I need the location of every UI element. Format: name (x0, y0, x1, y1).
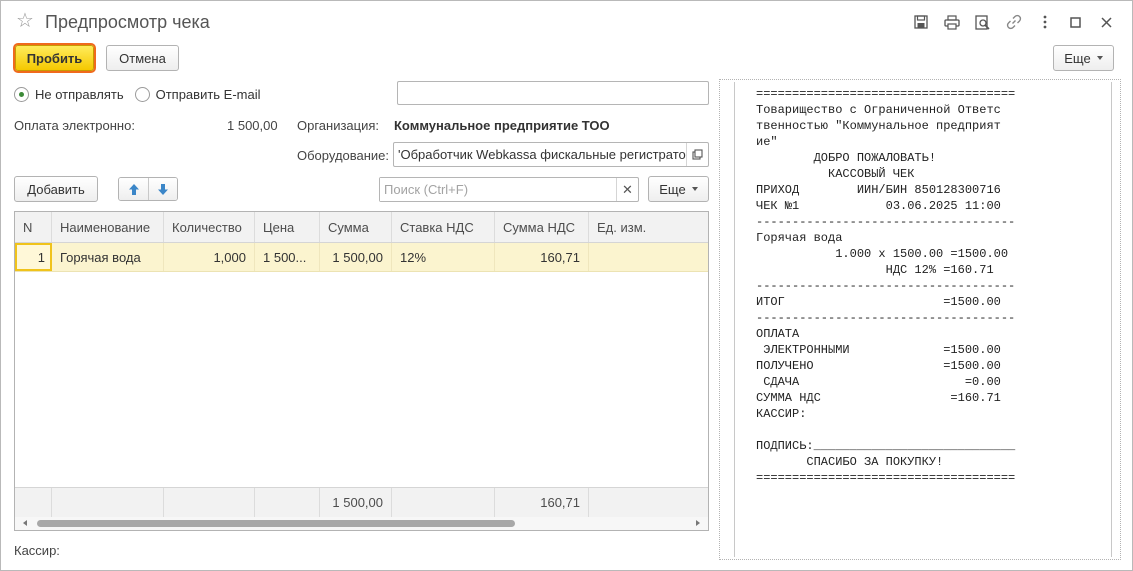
radio-send-email[interactable]: Отправить E-mail (134, 86, 261, 102)
move-down-button[interactable] (148, 178, 177, 200)
footer-total-sum: 1 500,00 (320, 488, 392, 517)
clear-search-icon[interactable]: ✕ (616, 178, 638, 201)
print-preview-icon[interactable] (967, 11, 998, 33)
search-box: ✕ (379, 177, 639, 202)
save-icon[interactable] (905, 11, 936, 33)
receipt-preview: ==================================== Тов… (719, 79, 1121, 560)
list-more-button[interactable]: Еще (648, 176, 709, 202)
cell-unit[interactable] (589, 243, 708, 271)
footer-cell (52, 488, 164, 517)
window-actions (905, 11, 1122, 33)
column-header-n[interactable]: N (15, 212, 52, 242)
chevron-down-icon (1096, 56, 1103, 60)
receipt-text: ==================================== Тов… (756, 87, 1016, 485)
equipment-field[interactable]: 'Обработчик Webkassa фискальные регистра… (393, 142, 709, 167)
items-table: N Наименование Количество Цена Сумма Ста… (14, 211, 709, 531)
more-actions-button[interactable]: Еще (1053, 45, 1114, 71)
radio-unselected-icon (134, 86, 150, 102)
footer-cell (164, 488, 255, 517)
email-field[interactable] (397, 81, 709, 105)
cell-sum[interactable]: 1 500,00 (320, 243, 392, 271)
cell-vat-sum[interactable]: 160,71 (495, 243, 589, 271)
column-header-name[interactable]: Наименование (52, 212, 164, 242)
move-up-button[interactable] (119, 178, 148, 200)
scroll-left-icon[interactable] (23, 520, 27, 526)
cell-price[interactable]: 1 500... (255, 243, 320, 271)
favorite-star-icon[interactable]: ☆ (16, 9, 34, 33)
cell-name[interactable]: Горячая вода (52, 243, 164, 271)
receipt-paper: ==================================== Тов… (734, 82, 1112, 557)
column-header-unit[interactable]: Ед. изм. (589, 212, 708, 242)
radio-selected-icon (14, 86, 29, 102)
radio-label: Не отправлять (35, 86, 124, 102)
add-row-button[interactable]: Добавить (14, 176, 98, 202)
open-icon[interactable] (686, 143, 708, 166)
column-header-quantity[interactable]: Количество (164, 212, 255, 242)
payment-label: Оплата электронно: (14, 118, 135, 133)
radio-do-not-send[interactable]: Не отправлять (14, 86, 124, 102)
column-header-price[interactable]: Цена (255, 212, 320, 242)
footer-cell (255, 488, 320, 517)
payment-value: 1 500,00 (227, 118, 278, 133)
table-footer: 1 500,00 160,71 (15, 487, 708, 517)
punch-receipt-button[interactable]: Пробить (15, 45, 94, 71)
send-options: Не отправлять Отправить E-mail (14, 84, 272, 104)
footer-cell (392, 488, 495, 517)
table-header: N Наименование Количество Цена Сумма Ста… (15, 212, 708, 243)
cashier-label: Кассир: (14, 543, 60, 558)
cell-n[interactable]: 1 (15, 243, 52, 271)
title-bar: ☆ Предпросмотр чека (1, 1, 1132, 41)
column-header-sum[interactable]: Сумма (320, 212, 392, 242)
search-input[interactable] (380, 178, 616, 201)
receipt-preview-window: ☆ Предпросмотр чека Пробить Отмена Еще Н… (0, 0, 1133, 571)
footer-cell (589, 488, 708, 517)
cell-vat-rate[interactable]: 12% (392, 243, 495, 271)
print-icon[interactable] (936, 11, 967, 33)
organization-label: Организация: (297, 118, 380, 133)
move-buttons (118, 177, 178, 201)
horizontal-scrollbar[interactable] (15, 517, 708, 530)
scrollbar-thumb[interactable] (37, 520, 515, 527)
link-icon[interactable] (998, 11, 1029, 33)
footer-cell (15, 488, 52, 517)
more-vertical-icon[interactable] (1029, 11, 1060, 33)
cancel-button[interactable]: Отмена (106, 45, 179, 71)
equipment-label: Оборудование: (297, 148, 390, 163)
footer-total-vat-sum: 160,71 (495, 488, 589, 517)
maximize-icon[interactable] (1060, 11, 1091, 33)
column-header-vat-sum[interactable]: Сумма НДС (495, 212, 589, 242)
column-header-vat-rate[interactable]: Ставка НДС (392, 212, 495, 242)
equipment-value: 'Обработчик Webkassa фискальные регистра… (398, 147, 686, 162)
more-actions-label: Еще (1064, 50, 1091, 66)
list-more-label: Еще (659, 181, 686, 197)
scroll-right-icon[interactable] (696, 520, 700, 526)
arrow-down-icon (158, 183, 168, 195)
table-row[interactable]: 1 Горячая вода 1,000 1 500... 1 500,00 1… (15, 243, 708, 272)
close-icon[interactable] (1091, 11, 1122, 33)
chevron-down-icon (691, 187, 698, 191)
window-title: Предпросмотр чека (45, 12, 210, 32)
cell-quantity[interactable]: 1,000 (164, 243, 255, 271)
organization-value: Коммунальное предприятие ТОО (394, 118, 610, 133)
arrow-up-icon (128, 183, 139, 195)
radio-label: Отправить E-mail (155, 86, 261, 102)
